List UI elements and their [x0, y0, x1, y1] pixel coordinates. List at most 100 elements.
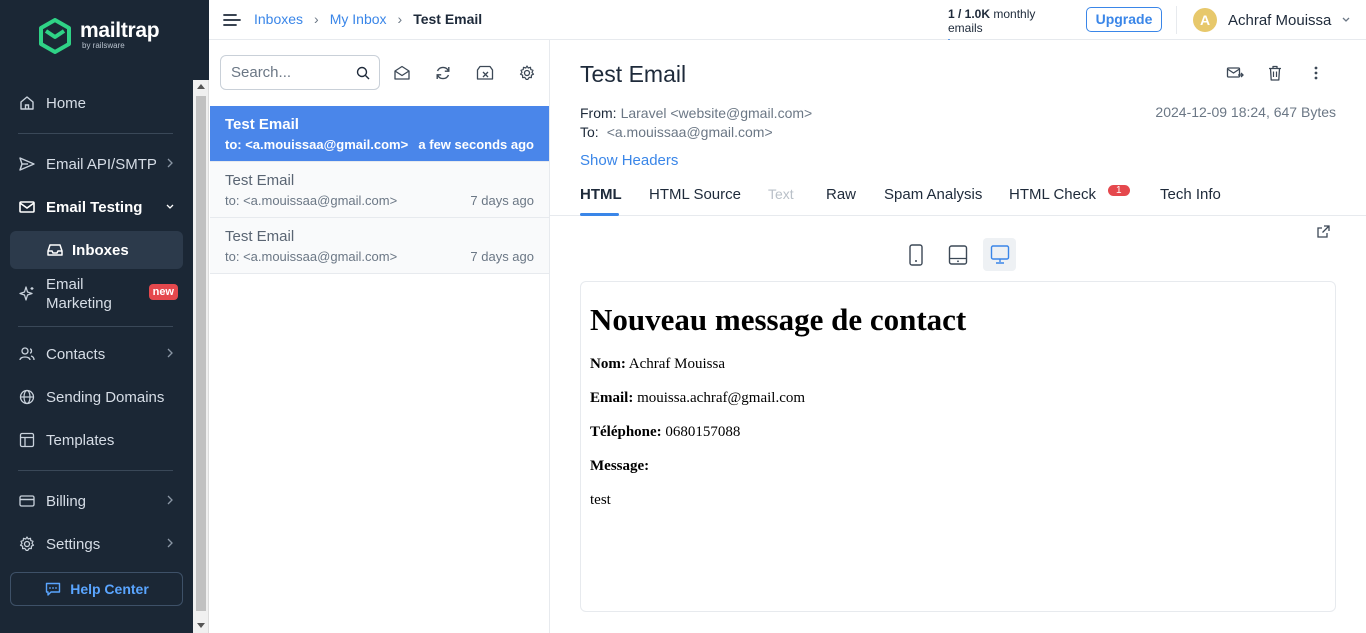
sidebar-divider [18, 326, 173, 327]
mark-read-icon[interactable] [393, 64, 411, 82]
tab-raw[interactable]: Raw [826, 186, 856, 203]
user-name: Achraf Mouissa [1228, 11, 1332, 29]
sidebar: mailtrap by railsware Home Email API/SMT… [0, 0, 193, 633]
from-label: From: [580, 105, 617, 121]
trash-icon[interactable] [1266, 64, 1284, 82]
new-badge: new [148, 284, 178, 300]
tab-text: Text [768, 186, 794, 202]
breadcrumb-my-inbox[interactable]: My Inbox [330, 11, 387, 27]
preview-body: test [590, 492, 611, 508]
usage-count: 1 / 1.0K [948, 7, 991, 21]
chevron-right-icon [167, 158, 173, 168]
more-options-icon[interactable] [1307, 64, 1325, 82]
home-icon [20, 96, 34, 110]
refresh-icon[interactable] [434, 64, 452, 82]
message-list-item[interactable]: Test Email to: <a.mouissaa@gmail.com> 7 d… [210, 218, 549, 274]
gear-icon [19, 536, 35, 551]
sidebar-item-home[interactable]: Home [10, 84, 183, 122]
sidebar-edge [193, 0, 209, 80]
sidebar-item-label: Billing [46, 492, 87, 510]
message-to: to: <a.mouissaa@gmail.com> [225, 249, 398, 264]
sidebar-item-label: Sending Domains [46, 388, 165, 406]
help-center-button[interactable]: Help Center [10, 572, 183, 606]
chat-icon [46, 582, 61, 596]
menu-icon[interactable] [223, 13, 241, 27]
tab-html-check[interactable]: HTML Check [1009, 186, 1096, 203]
preview-field-message: Message: [590, 458, 1326, 475]
brand-sub: by railsware [82, 41, 125, 50]
sidebar-divider [18, 470, 173, 471]
message-time: 7 days ago [470, 193, 534, 208]
tab-tech-info[interactable]: Tech Info [1160, 186, 1221, 203]
message-subject: Test Email [225, 116, 299, 133]
envelope-icon [19, 201, 35, 213]
breadcrumb-current: Test Email [413, 11, 483, 27]
preview-field-label: Email: [590, 390, 634, 406]
message-detail-pane: Test Email From: Laravel <website@gmail.c… [550, 40, 1366, 633]
sidebar-item-contacts[interactable]: Contacts [10, 335, 183, 373]
tab-spam-analysis[interactable]: Spam Analysis [884, 186, 982, 203]
desktop-icon [990, 245, 1010, 264]
sidebar-item-email-api-smtp[interactable]: Email API/SMTP [10, 145, 183, 183]
sidebar-item-settings[interactable]: Settings [10, 525, 183, 563]
sidebar-divider [18, 133, 173, 134]
message-time: 7 days ago [470, 249, 534, 264]
preview-field-nom: Nom: Achraf Mouissa [590, 356, 1326, 373]
message-date-size: 2024-12-09 18:24, 647 Bytes [1155, 104, 1336, 120]
sparkle-icon [19, 286, 34, 301]
send-icon [19, 157, 35, 171]
message-to: to: <a.mouissaa@gmail.com> [225, 137, 409, 152]
scroll-down-arrow-icon[interactable] [197, 623, 205, 628]
scroll-up-arrow-icon[interactable] [197, 84, 205, 89]
chevron-right-icon [167, 495, 173, 505]
forward-email-icon[interactable] [1226, 64, 1244, 82]
scrollbar[interactable] [193, 80, 209, 633]
to-label: To: [580, 124, 599, 140]
breadcrumb-inboxes[interactable]: Inboxes [254, 11, 303, 27]
preview-field-label: Téléphone: [590, 424, 662, 440]
usage-meter: 1 / 1.0K monthly emails [948, 7, 1072, 43]
to-value: <a.mouissaa@gmail.com> [606, 124, 773, 140]
tab-html[interactable]: HTML [580, 186, 622, 203]
open-external-icon[interactable] [1316, 224, 1331, 239]
desktop-view-button[interactable] [983, 238, 1016, 271]
show-headers-link[interactable]: Show Headers [580, 152, 678, 169]
search-input[interactable]: Search... [220, 55, 380, 90]
mobile-view-button[interactable] [899, 238, 932, 271]
sidebar-item-email-marketing[interactable]: Email Marketing new [10, 274, 183, 314]
avatar: A [1193, 8, 1217, 32]
tablet-icon [948, 245, 968, 265]
message-list-item[interactable]: Test Email to: <a.mouissaa@gmail.com> a f… [210, 106, 549, 162]
sidebar-item-label: Settings [46, 535, 101, 553]
mailtrap-logo-icon [39, 18, 71, 54]
sidebar-item-inboxes[interactable]: Inboxes [10, 231, 183, 269]
html-check-badge: 1 [1108, 185, 1130, 196]
sidebar-item-sending-domains[interactable]: Sending Domains [10, 378, 183, 416]
preview-field-value: mouissa.achraf@gmail.com [637, 390, 806, 406]
preview-field-email: Email: mouissa.achraf@gmail.com [590, 390, 1326, 407]
preview-field-value: 0680157088 [665, 424, 741, 440]
clear-inbox-icon[interactable] [476, 64, 494, 82]
breadcrumb-separator: › [397, 11, 403, 27]
tab-html-source[interactable]: HTML Source [649, 186, 741, 203]
gear-icon[interactable] [518, 64, 536, 82]
message-list-pane: Search... Test Email to: <a.mouissaa@gma… [210, 40, 550, 633]
message-to: to: <a.mouissaa@gmail.com> [225, 193, 398, 208]
message-list-item[interactable]: Test Email to: <a.mouissaa@gmail.com> 7 d… [210, 162, 549, 218]
sidebar-item-label: Templates [46, 431, 115, 449]
sidebar-item-billing[interactable]: Billing [10, 482, 183, 520]
chevron-down-icon [1342, 17, 1350, 22]
divider [1176, 6, 1177, 34]
mailtrap-logo[interactable]: mailtrap by railsware [38, 18, 160, 54]
sidebar-item-email-testing[interactable]: Email Testing [10, 188, 183, 226]
scrollbar-thumb[interactable] [196, 96, 206, 611]
mobile-icon [909, 244, 923, 266]
user-menu[interactable]: A Achraf Mouissa [1193, 8, 1351, 32]
tablet-view-button[interactable] [941, 238, 974, 271]
sidebar-item-label: Contacts [46, 345, 106, 363]
email-html-preview: Nouveau message de contact Nom: Achraf M… [580, 281, 1336, 612]
sidebar-item-templates[interactable]: Templates [10, 421, 183, 459]
upgrade-button[interactable]: Upgrade [1086, 7, 1162, 32]
billing-icon [19, 495, 35, 507]
inbox-icon [47, 244, 63, 256]
